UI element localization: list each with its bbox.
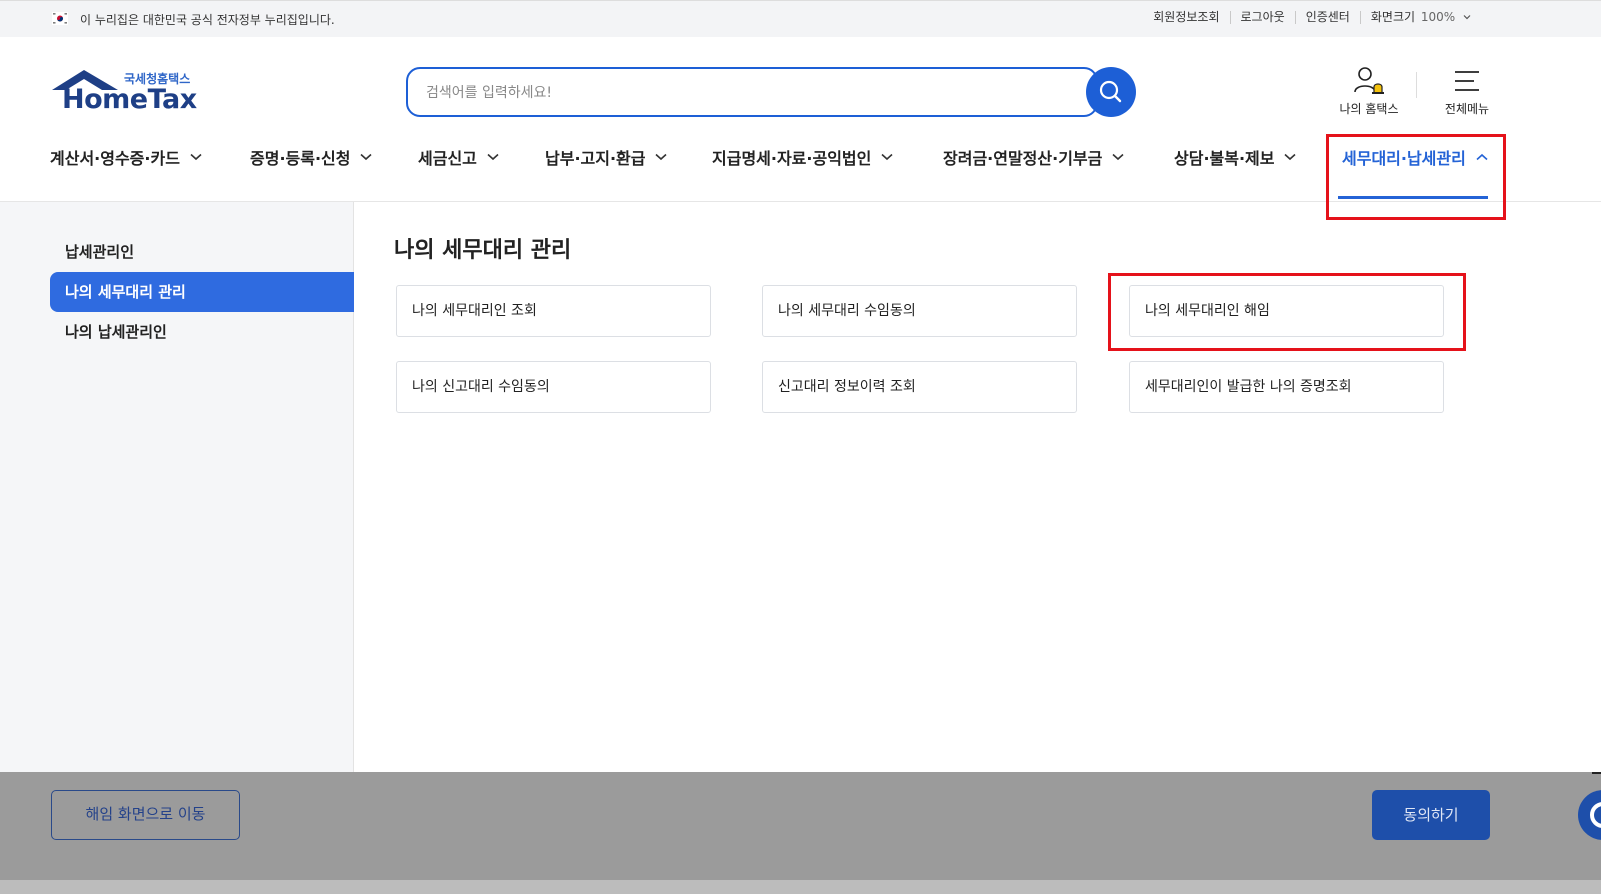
my-hometax-label: 나의 홈택스: [1339, 102, 1399, 116]
all-menu-label: 전체메뉴: [1444, 102, 1490, 116]
bottom-action-bar: 해임 화면으로 이동 동의하기: [0, 772, 1601, 894]
logo-wordmark: HomeTax: [62, 84, 197, 115]
nav-item-payment-statement[interactable]: 지급명세·자료·공익법인: [712, 145, 893, 169]
card-agent-certificate[interactable]: 세무대리인이 발급한 나의 증명조회: [1129, 361, 1444, 413]
nav-item-label: 계산서·영수증·카드: [50, 149, 180, 168]
all-menu-button[interactable]: 전체메뉴: [1427, 66, 1507, 117]
search-button[interactable]: [1086, 67, 1136, 117]
sidebar-item-tax-manager[interactable]: 납세관리인: [50, 232, 354, 272]
nav-item-payment[interactable]: 납부·고지·환급: [545, 145, 668, 169]
nav-item-label: 상담·불복·제보: [1174, 149, 1275, 168]
nav-item-label: 납부·고지·환급: [545, 149, 646, 168]
nav-item-label: 세금신고: [418, 149, 477, 168]
sidebar-item-my-tax-manager[interactable]: 나의 납세관리인: [50, 312, 354, 352]
chevron-down-icon: [655, 153, 668, 161]
page-title: 나의 세무대리 관리: [394, 238, 572, 263]
search-icon: [1099, 80, 1122, 103]
header-divider: [1416, 72, 1417, 98]
nav-item-label: 장려금·연말정산·기부금: [943, 149, 1103, 168]
gov-banner: 이 누리집은 대한민국 공식 전자정부 누리집입니다. 회원정보조회 로그아웃 …: [0, 0, 1601, 37]
nav-item-incentive[interactable]: 장려금·연말정산·기부금: [943, 145, 1124, 169]
screen-size-control[interactable]: 화면크기 100%: [1359, 10, 1481, 24]
nav-item-label: 지급명세·자료·공익법인: [712, 149, 872, 168]
chevron-down-icon: [1112, 153, 1124, 161]
logout-link[interactable]: 로그아웃: [1229, 11, 1295, 24]
nav-item-label: 증명·등록·신청: [250, 149, 351, 168]
nav-item-certificate[interactable]: 증명·등록·신청: [250, 145, 373, 169]
bottom-bar-shadow: [0, 880, 1601, 894]
nav-item-invoice[interactable]: 계산서·영수증·카드: [50, 145, 202, 169]
chevron-down-icon: [1463, 15, 1471, 20]
member-info-link[interactable]: 회원정보조회: [1143, 11, 1229, 24]
card-agent-lookup[interactable]: 나의 세무대리인 조회: [396, 285, 711, 337]
sidebar-item-my-tax-agent[interactable]: 나의 세무대리 관리: [50, 272, 354, 312]
cert-center-link[interactable]: 인증센터: [1294, 11, 1360, 24]
my-hometax-button[interactable]: 나의 홈택스: [1329, 66, 1409, 117]
card-filing-history[interactable]: 신고대리 정보이력 조회: [762, 361, 1077, 413]
chevron-down-icon: [881, 153, 893, 161]
highlight-box-nav: [1326, 134, 1506, 220]
card-filing-consent[interactable]: 나의 신고대리 수임동의: [396, 361, 711, 413]
agree-button[interactable]: 동의하기: [1372, 790, 1490, 840]
user-bell-icon: [1354, 67, 1384, 94]
chevron-down-icon: [190, 153, 202, 161]
card-agent-consent[interactable]: 나의 세무대리 수임동의: [762, 285, 1077, 337]
highlight-box-card: [1108, 273, 1466, 351]
search-box: [406, 67, 1098, 117]
screen-size-label: 화면크기: [1370, 10, 1416, 24]
hamburger-menu-icon: [1455, 71, 1479, 91]
edge-divider: [1592, 772, 1601, 774]
chevron-down-icon: [1284, 153, 1297, 161]
nav-item-consulting[interactable]: 상담·불복·제보: [1174, 145, 1297, 169]
search-input[interactable]: [426, 81, 1046, 105]
utility-links: 회원정보조회 로그아웃 인증센터 화면크기 100%: [1143, 11, 1481, 24]
search-bar: [406, 67, 1136, 117]
hometax-logo[interactable]: 국세청홈택스 HomeTax: [50, 68, 200, 118]
nav-item-tax-filing[interactable]: 세금신고: [418, 145, 499, 169]
chevron-down-icon: [360, 153, 373, 161]
hometax-page: 이 누리집은 대한민국 공식 전자정부 누리집입니다. 회원정보조회 로그아웃 …: [0, 0, 1601, 894]
chevron-down-icon: [487, 153, 499, 161]
go-to-dismiss-button[interactable]: 해임 화면으로 이동: [51, 790, 240, 840]
korea-flag-icon: [52, 12, 68, 25]
sidebar: 납세관리인 나의 세무대리 관리 나의 납세관리인: [0, 202, 354, 772]
chat-icon: [1590, 802, 1601, 828]
gov-notice-text: 이 누리집은 대한민국 공식 전자정부 누리집입니다.: [80, 13, 335, 27]
zoom-value: 100%: [1420, 10, 1456, 24]
